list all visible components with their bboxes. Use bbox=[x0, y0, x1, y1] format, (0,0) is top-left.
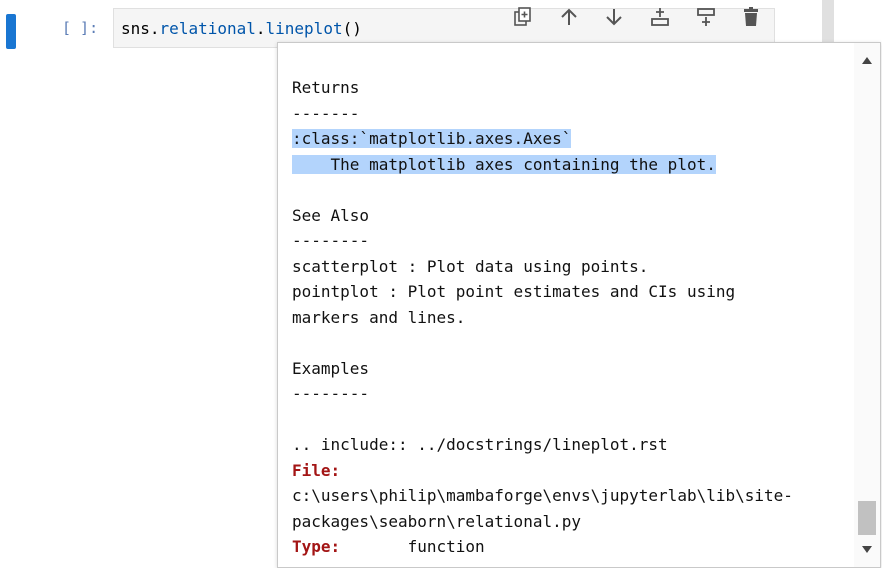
scrollbar-thumb[interactable] bbox=[858, 501, 876, 535]
code-text[interactable]: sns.relational.lineplot() bbox=[121, 19, 362, 38]
type-label: Type: bbox=[292, 537, 341, 556]
docstring-text: Returns ------- :class:`matplotlib.axes.… bbox=[292, 75, 852, 560]
arrow-down-icon bbox=[606, 9, 622, 26]
doc-line: ------- bbox=[292, 103, 360, 123]
insert-above-icon bbox=[650, 8, 669, 26]
doc-line: -------- bbox=[292, 231, 370, 250]
doc-line bbox=[292, 177, 852, 203]
docstring-tooltip: Returns ------- :class:`matplotlib.axes.… bbox=[277, 42, 881, 568]
move-down-button[interactable] bbox=[602, 5, 626, 29]
doc-line: See Also bbox=[292, 205, 370, 225]
cell-toolbar bbox=[511, 4, 763, 30]
type-row: Type: function bbox=[292, 534, 852, 560]
code-module: relational bbox=[159, 19, 256, 38]
cell-prompt: [ ]: bbox=[62, 19, 99, 37]
insert-cell-above-button[interactable] bbox=[648, 5, 672, 29]
type-value: function bbox=[407, 537, 485, 556]
selected-text: :class:`matplotlib.axes.Axes` bbox=[292, 129, 572, 148]
selected-text: The matplotlib axes containing the plot. bbox=[292, 154, 716, 174]
doc-line bbox=[292, 407, 852, 433]
code-dot: . bbox=[255, 19, 266, 38]
doc-line: Returns bbox=[292, 78, 360, 97]
insert-below-icon bbox=[696, 8, 715, 26]
delete-icon bbox=[744, 7, 759, 26]
doc-line: markers and lines. bbox=[292, 307, 466, 327]
file-path: c:\users\philip\mambaforge\envs\jupyterl… bbox=[292, 486, 793, 505]
copy-icon bbox=[514, 7, 531, 26]
doc-line: -------- bbox=[292, 384, 370, 403]
code-parens: () bbox=[342, 19, 362, 38]
code-object: sns bbox=[121, 19, 150, 38]
doc-line bbox=[292, 330, 852, 356]
move-up-button[interactable] bbox=[557, 5, 581, 29]
code-function: lineplot bbox=[265, 19, 343, 38]
type-spacer bbox=[340, 537, 407, 556]
active-cell-indicator bbox=[6, 14, 16, 49]
insert-cell-below-button[interactable] bbox=[694, 5, 718, 29]
doc-line: pointplot : Plot point estimates and CIs… bbox=[292, 282, 736, 301]
delete-cell-button[interactable] bbox=[739, 5, 763, 29]
scroll-up-arrow-icon[interactable] bbox=[862, 57, 872, 64]
doc-line-selected: The matplotlib axes containing the plot. bbox=[292, 152, 852, 178]
tooltip-scrollbar[interactable] bbox=[854, 43, 880, 567]
file-path: packages\seaborn\relational.py bbox=[292, 511, 581, 531]
code-dot: . bbox=[149, 19, 160, 38]
doc-line: Examples bbox=[292, 358, 370, 378]
arrow-up-icon bbox=[560, 8, 577, 25]
doc-line: .. include:: ../docstrings/lineplot.rst bbox=[292, 435, 668, 454]
file-label: File: bbox=[292, 460, 341, 480]
doc-line-selected: :class:`matplotlib.axes.Axes` bbox=[292, 126, 852, 152]
doc-line: scatterplot : Plot data using points. bbox=[292, 256, 649, 276]
duplicate-cell-button[interactable] bbox=[511, 5, 535, 29]
scroll-down-arrow-icon[interactable] bbox=[862, 546, 872, 553]
